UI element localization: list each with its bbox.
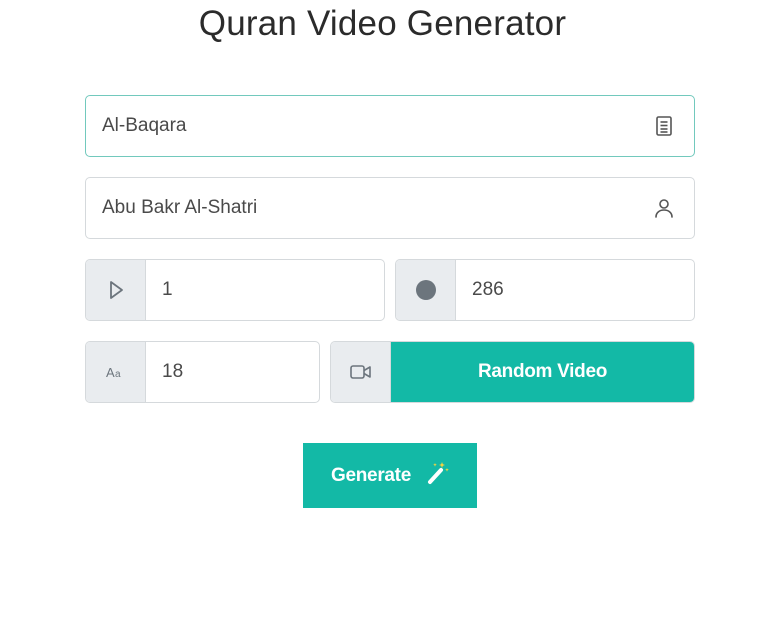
play-icon	[86, 260, 146, 320]
book-icon	[652, 114, 676, 138]
svg-text:A: A	[106, 365, 115, 380]
surah-value: Al-Baqara	[102, 115, 187, 136]
reciter-value: Abu Bakr Al-Shatri	[102, 197, 258, 218]
reciter-select[interactable]: Abu Bakr Al-Shatri	[85, 177, 695, 239]
page-title: Quran Video Generator	[198, 4, 567, 43]
video-group: Random Video	[330, 341, 695, 403]
stop-circle-icon	[396, 260, 456, 320]
video-camera-icon	[331, 342, 391, 402]
end-ayah-input[interactable]: 286	[456, 260, 504, 320]
surah-select[interactable]: Al-Baqara	[85, 95, 695, 157]
user-icon	[652, 196, 676, 220]
magic-wand-icon	[425, 460, 449, 492]
random-video-button[interactable]: Random Video	[391, 342, 694, 402]
generate-button[interactable]: Generate	[303, 443, 477, 508]
end-ayah-group: 286	[395, 259, 695, 321]
generate-label: Generate	[331, 464, 411, 486]
font-size-input[interactable]: 18	[146, 342, 183, 402]
font-size-group: A a 18	[85, 341, 320, 403]
svg-text:a: a	[115, 369, 121, 380]
start-ayah-input[interactable]: 1	[146, 260, 173, 320]
start-ayah-group: 1	[85, 259, 385, 321]
font-size-icon: A a	[86, 342, 146, 402]
